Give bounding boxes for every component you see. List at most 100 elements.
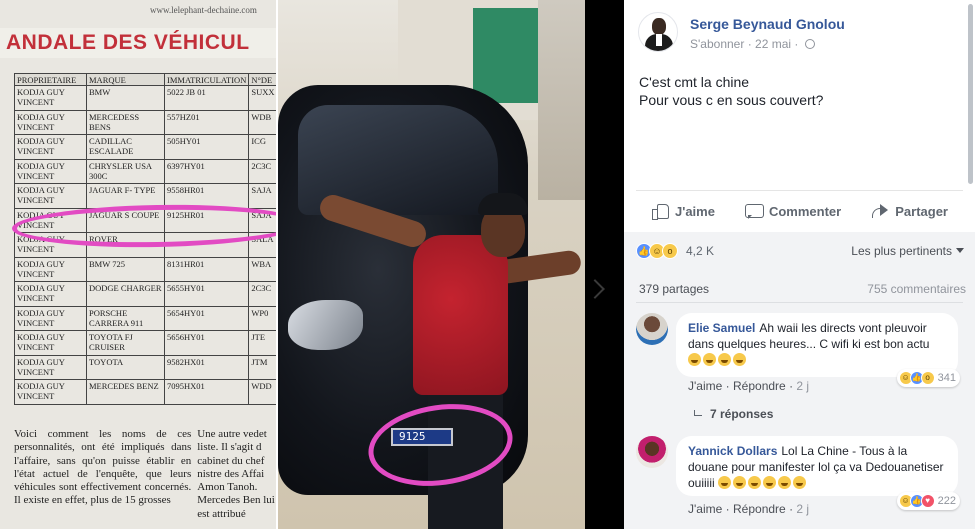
comment-reply-link[interactable]: Répondre — [733, 379, 786, 393]
newspaper-article: Voici comment les noms de ces personnali… — [14, 428, 276, 521]
chevron-down-icon — [956, 248, 964, 253]
post-actions: J'aime Commenter Partager — [636, 193, 963, 229]
table-cell: SUXX — [248, 85, 276, 111]
comment-like-link[interactable]: J'aime — [688, 502, 722, 516]
newspaper-headline: ANDALE DES VÉHICUL — [0, 28, 276, 58]
comment-button[interactable]: Commenter — [744, 203, 841, 219]
table-cell: KODJA GUY VINCENT — [14, 134, 87, 160]
table-cell: MERCEDES BENZ — [86, 379, 165, 405]
reaction-icons: 👍 ☺ o — [636, 243, 678, 259]
table-row: KODJA GUY VINCENT CADILLAC ESCALADE 505HY0… — [14, 134, 276, 160]
commenter-name[interactable]: Elie Samuel — [688, 321, 755, 335]
table-header-cell: MARQUE — [86, 73, 165, 86]
comment-time[interactable]: 2 j — [796, 379, 809, 393]
wow-reaction-icon: o — [662, 243, 678, 259]
newspaper-clipping: www.lelephant-dechaine.com ANDALE DES VÉ… — [0, 0, 276, 529]
table-cell: 6397HY01 — [163, 158, 250, 184]
commenter-name[interactable]: Yannick Dollars — [688, 444, 777, 458]
table-cell: KODJA GUY VINCENT — [14, 281, 87, 307]
reaction-count[interactable]: 4,2 K — [686, 244, 714, 258]
author-name[interactable]: Serge Beynaud Gnolou — [690, 16, 845, 32]
comment-emojis — [688, 353, 748, 367]
post-header: Serge Beynaud Gnolou S'abonner · 22 mai … — [638, 12, 968, 56]
comment-reply-link[interactable]: Répondre — [733, 502, 786, 516]
comment-bubble: Yannick Dollars Lol La Chine - Tous à la … — [676, 436, 958, 496]
divider — [636, 302, 963, 303]
table-cell: WP0 — [248, 305, 276, 331]
globe-icon[interactable] — [804, 39, 815, 49]
table-cell: KODJA GUY VINCENT — [14, 158, 87, 184]
table-cell: 5655HY01 — [163, 281, 250, 307]
laughing-emoji-icon — [763, 476, 777, 489]
comment-reaction-count: 341 — [937, 372, 956, 384]
article-column: Une autre vedet liste. Il s'agit d cabin… — [197, 428, 275, 520]
comment-time[interactable]: 2 j — [796, 502, 809, 516]
share-label: Partager — [895, 203, 948, 219]
table-cell: KODJA GUY VINCENT — [14, 183, 87, 209]
post-text-line: Pour vous c en sous couvert? — [639, 92, 824, 108]
table-cell: KODJA GUY VINCENT — [14, 85, 87, 111]
post-date[interactable]: 22 mai — [755, 37, 791, 51]
reactions-summary[interactable]: 👍 ☺ o 4,2 K Les plus pertinents — [636, 242, 966, 262]
view-replies-link[interactable]: 7 réponses — [694, 407, 773, 421]
laughing-emoji-icon — [703, 353, 716, 366]
table-cell: DODGE CHARGER — [86, 281, 165, 307]
table-cell: TOYOTA — [86, 354, 165, 380]
post-photo[interactable]: www.lelephant-dechaine.com ANDALE DES VÉ… — [0, 0, 585, 529]
like-button[interactable]: J'aime — [651, 203, 715, 220]
laughing-emoji-icon — [793, 476, 807, 489]
avatar[interactable] — [636, 436, 668, 468]
divider — [636, 190, 963, 191]
avatar[interactable] — [638, 12, 678, 52]
separator-dot: · — [789, 502, 794, 516]
wow-reaction-icon: o — [920, 371, 935, 385]
comment-meta: J'aime · Répondre · 2 j — [688, 379, 809, 393]
table-row: KODJA GUY VINCENT CHRYSLER USA 300C 6397HY… — [14, 158, 276, 184]
reply-arrow-icon — [694, 410, 702, 416]
table-cell: KODJA GUY VINCENT — [14, 330, 87, 356]
table-row: KODJA GUY VINCENT DODGE CHARGER 5655HY01 2C… — [14, 281, 276, 307]
separator-dot: · — [789, 379, 794, 393]
table-header-cell: IMMATRICULATION — [163, 73, 250, 86]
table-cell: 2C3C — [248, 158, 276, 184]
comment-like-link[interactable]: J'aime — [688, 379, 722, 393]
table-header-row: PROPRIETAIRE MARQUE IMMATRICULATION N°DE — [14, 73, 276, 86]
table-row: KODJA GUY VINCENT BMW 725 8131HR01 WBA — [14, 256, 276, 282]
car-headlight — [288, 300, 363, 350]
table-cell: 5656HY01 — [163, 330, 250, 356]
laughing-emoji-icon — [733, 353, 746, 366]
post-text: C'est cmt la chine Pour vous c en sous c… — [639, 73, 959, 109]
table-header-cell: PROPRIETAIRE — [14, 73, 87, 86]
green-door — [473, 8, 543, 103]
next-photo-icon[interactable] — [585, 279, 605, 299]
table-row: KODJA GUY VINCENT TOYOTA FJ CRUISER 5656HY… — [14, 330, 276, 356]
scrollbar[interactable] — [968, 4, 973, 184]
table-cell: 7095HX01 — [163, 379, 250, 405]
comment-reactions[interactable]: ☺ 👍 o 341 — [896, 369, 960, 387]
separator-dot: · — [725, 502, 730, 516]
laughing-emoji-icon — [718, 476, 732, 489]
comments-count[interactable]: 755 commentaires — [867, 282, 966, 296]
table-cell: JTE — [248, 330, 276, 356]
table-row: KODJA GUY VINCENT MERCEDES BENZ 7095HX01 WD… — [14, 379, 276, 405]
newspaper-url: www.lelephant-dechaine.com — [150, 5, 257, 15]
table-cell: 8131HR01 — [163, 256, 250, 282]
avatar[interactable] — [636, 313, 668, 345]
table-cell: 5654HY01 — [163, 305, 250, 331]
table-cell: WBA — [248, 256, 276, 282]
sort-label: Les plus pertinents — [851, 244, 952, 258]
table-cell: SAJA — [248, 183, 276, 209]
follow-link[interactable]: S'abonner — [690, 37, 744, 51]
separator-dot: · — [725, 379, 730, 393]
shares-count[interactable]: 379 partages — [639, 282, 709, 296]
laughing-emoji-icon — [748, 476, 762, 489]
comment-icon — [744, 203, 764, 219]
comment-reactions[interactable]: ☺ 👍 ♥ 222 — [896, 492, 960, 510]
share-button[interactable]: Partager — [871, 203, 948, 219]
comment-sort-dropdown[interactable]: Les plus pertinents — [851, 244, 964, 258]
comment-emojis — [718, 476, 808, 490]
laughing-emoji-icon — [718, 353, 731, 366]
comment-bubble: Elie Samuel Ah waii les directs vont pleu… — [676, 313, 958, 377]
separator-dot: · — [794, 37, 799, 51]
person-cap — [478, 193, 528, 215]
